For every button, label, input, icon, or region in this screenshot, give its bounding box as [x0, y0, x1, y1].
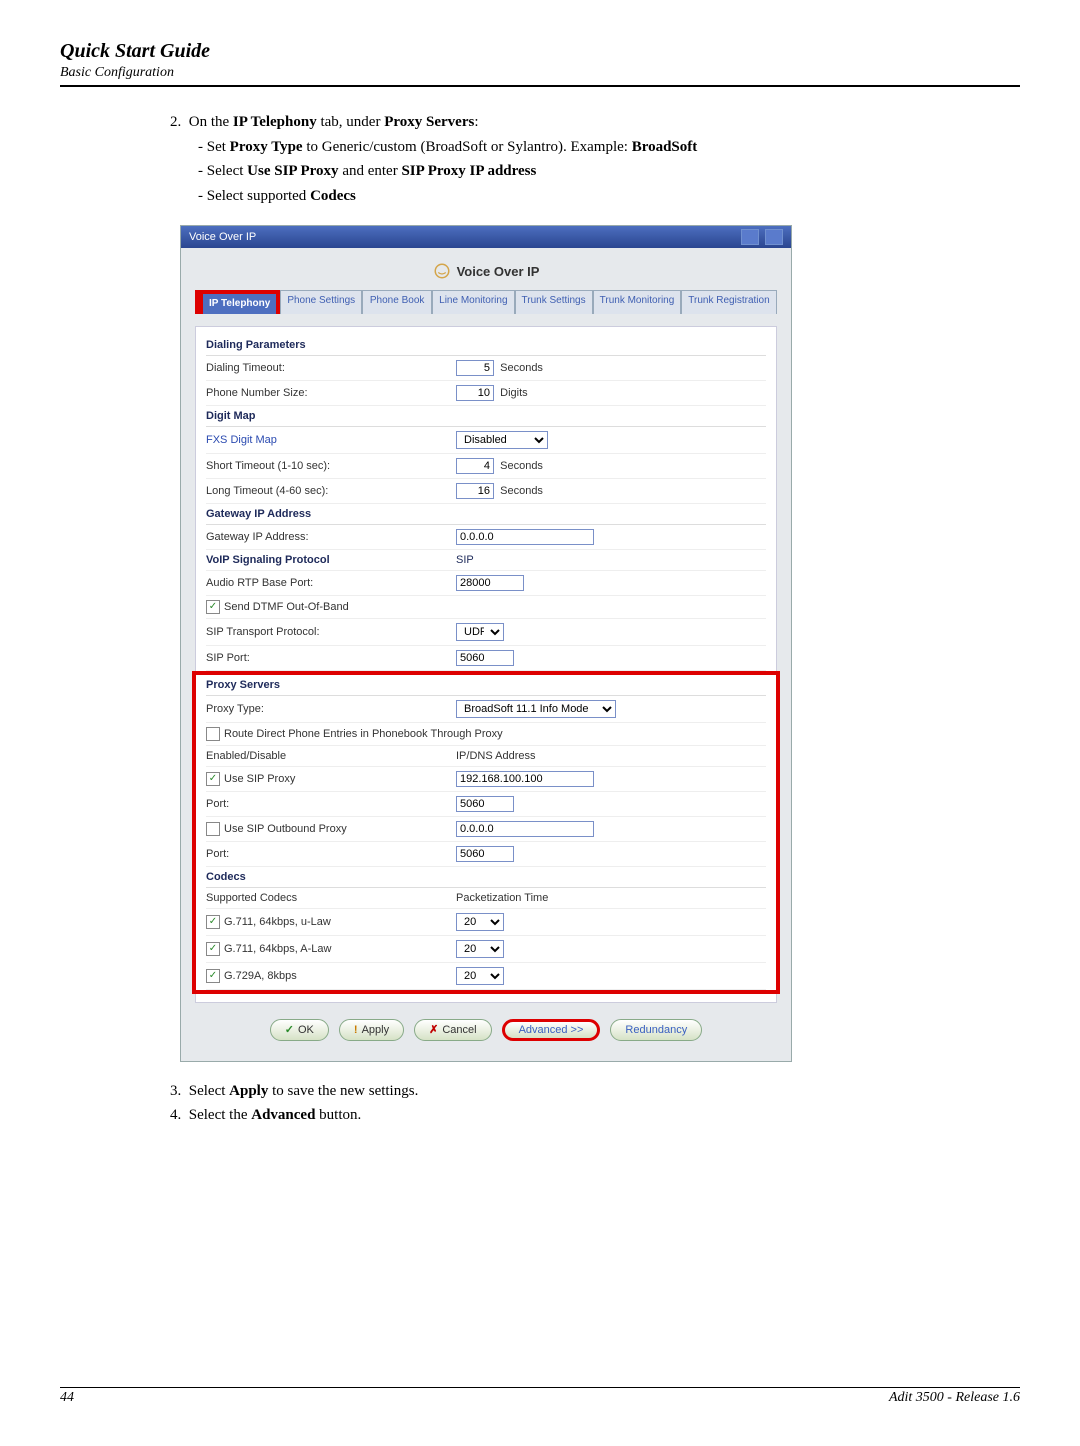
- route-direct-checkbox[interactable]: [206, 727, 220, 741]
- rtp-base-input[interactable]: [456, 575, 524, 591]
- row-enable-header: Enabled/Disable IP/DNS Address: [206, 746, 766, 767]
- tab-trunk-settings[interactable]: Trunk Settings: [515, 290, 593, 314]
- gateway-ip-input[interactable]: [456, 529, 594, 545]
- proxy-type-select[interactable]: BroadSoft 11.1 Info Mode: [456, 700, 616, 718]
- sip-transport-select[interactable]: UDP: [456, 623, 504, 641]
- tab-phone-book[interactable]: Phone Book: [362, 290, 432, 314]
- tab-line-monitoring[interactable]: Line Monitoring: [432, 290, 514, 314]
- use-outbound-proxy-checkbox[interactable]: [206, 822, 220, 836]
- product-release: Adit 3500 - Release 1.6: [889, 1390, 1020, 1406]
- apply-button[interactable]: !Apply: [339, 1019, 404, 1041]
- use-sip-proxy-checkbox[interactable]: ✓: [206, 772, 220, 786]
- voip-screenshot: Voice Over IP Voice Over IP IP Telephony…: [180, 225, 792, 1062]
- step-2a: Set Proxy Type to Generic/custom (BroadS…: [198, 136, 1020, 159]
- tab-ip-telephony[interactable]: IP Telephony: [199, 290, 280, 314]
- sip-proxy-port-input[interactable]: [456, 796, 514, 812]
- titlebar-icon-1[interactable]: [741, 229, 759, 245]
- voip-icon: [433, 262, 451, 280]
- form-panel: Dialing Parameters Dialing Timeout: Seco…: [195, 326, 777, 1003]
- tab-bar: IP Telephony Phone Settings Phone Book L…: [195, 290, 777, 314]
- dtmf-checkbox[interactable]: ✓: [206, 600, 220, 614]
- row-use-outbound-proxy: Use SIP Outbound Proxy: [206, 817, 766, 842]
- row-route-direct: Route Direct Phone Entries in Phonebook …: [206, 723, 766, 746]
- codec-g729-pt[interactable]: 20: [456, 967, 504, 985]
- sect-codecs: Codecs: [206, 867, 766, 888]
- outbound-port-input[interactable]: [456, 846, 514, 862]
- row-codecs-header: Supported Codecs Packetization Time: [206, 888, 766, 909]
- redundancy-button[interactable]: Redundancy: [610, 1019, 702, 1041]
- page-title: Voice Over IP: [195, 262, 777, 280]
- row-sip-transport: SIP Transport Protocol: UDP: [206, 619, 766, 646]
- sip-port-input[interactable]: [456, 650, 514, 666]
- row-use-sip-proxy: ✓Use SIP Proxy: [206, 767, 766, 792]
- codec-g729-checkbox[interactable]: ✓: [206, 969, 220, 983]
- sect-proxy: Proxy Servers: [206, 675, 766, 696]
- codec-ulaw-pt[interactable]: 20: [456, 913, 504, 931]
- window-title: Voice Over IP: [189, 231, 256, 243]
- cancel-button[interactable]: ✗Cancel: [414, 1019, 491, 1041]
- page-number: 44: [60, 1390, 74, 1406]
- row-codec-g729: ✓G.729A, 8kbps 20: [206, 963, 766, 990]
- row-sip-port: SIP Port:: [206, 646, 766, 671]
- tab-trunk-monitoring[interactable]: Trunk Monitoring: [593, 290, 682, 314]
- instruction-steps-after: 3. Select Apply to save the new settings…: [170, 1080, 1020, 1127]
- outbound-proxy-ip-input[interactable]: [456, 821, 594, 837]
- dial-timeout-input[interactable]: [456, 360, 494, 376]
- check-icon: ✓: [285, 1023, 294, 1036]
- row-sip-proxy-port: Port:: [206, 792, 766, 817]
- tab-trunk-registration[interactable]: Trunk Registration: [681, 290, 776, 314]
- row-dial-timeout: Dialing Timeout: Seconds: [206, 356, 766, 381]
- row-codec-alaw: ✓G.711, 64kbps, A-Law 20: [206, 936, 766, 963]
- sect-voip-signaling: VoIP Signaling Protocol SIP: [206, 550, 766, 571]
- row-rtp-base: Audio RTP Base Port:: [206, 571, 766, 596]
- codec-ulaw-checkbox[interactable]: ✓: [206, 915, 220, 929]
- fxs-select[interactable]: Disabled: [456, 431, 548, 449]
- codec-alaw-pt[interactable]: 20: [456, 940, 504, 958]
- page-footer: 44 Adit 3500 - Release 1.6: [60, 1387, 1020, 1406]
- proxy-servers-highlight: Proxy Servers Proxy Type: BroadSoft 11.1…: [192, 671, 780, 994]
- step-2: 2. On the IP Telephony tab, under Proxy …: [170, 111, 1020, 134]
- guide-title: Quick Start Guide: [60, 40, 1020, 63]
- step-3: 3. Select Apply to save the new settings…: [170, 1080, 1020, 1103]
- doc-header: Quick Start Guide Basic Configuration: [60, 40, 1020, 87]
- codec-alaw-checkbox[interactable]: ✓: [206, 942, 220, 956]
- long-timeout-input[interactable]: [456, 483, 494, 499]
- fxs-digitmap-link[interactable]: FXS Digit Map: [206, 434, 456, 446]
- row-fxs: FXS Digit Map Disabled: [206, 427, 766, 454]
- short-timeout-input[interactable]: [456, 458, 494, 474]
- row-short-timeout: Short Timeout (1-10 sec): Seconds: [206, 454, 766, 479]
- row-gateway-ip: Gateway IP Address:: [206, 525, 766, 550]
- step-4: 4. Select the Advanced button.: [170, 1104, 1020, 1127]
- ok-button[interactable]: ✓OK: [270, 1019, 329, 1041]
- x-icon: ✗: [429, 1023, 438, 1036]
- tab-phone-settings[interactable]: Phone Settings: [280, 290, 362, 314]
- row-codec-ulaw: ✓G.711, 64kbps, u-Law 20: [206, 909, 766, 936]
- sect-dialing: Dialing Parameters: [206, 335, 766, 356]
- advanced-button[interactable]: Advanced >>: [502, 1019, 601, 1041]
- sect-gateway: Gateway IP Address: [206, 504, 766, 525]
- sip-proxy-ip-input[interactable]: [456, 771, 594, 787]
- row-dtmf: ✓Send DTMF Out-Of-Band: [206, 596, 766, 619]
- sect-digitmap: Digit Map: [206, 406, 766, 427]
- step-2c: Select supported Codecs: [198, 185, 1020, 208]
- row-outbound-port: Port:: [206, 842, 766, 867]
- exclaim-icon: !: [354, 1024, 358, 1036]
- button-row: ✓OK !Apply ✗Cancel Advanced >> Redundanc…: [195, 1003, 777, 1047]
- row-proxy-type: Proxy Type: BroadSoft 11.1 Info Mode: [206, 696, 766, 723]
- row-long-timeout: Long Timeout (4-60 sec): Seconds: [206, 479, 766, 504]
- step-2b: Select Use SIP Proxy and enter SIP Proxy…: [198, 160, 1020, 183]
- instruction-steps: 2. On the IP Telephony tab, under Proxy …: [170, 111, 1020, 207]
- window-titlebar: Voice Over IP: [181, 226, 791, 248]
- guide-subtitle: Basic Configuration: [60, 65, 1020, 81]
- row-phone-size: Phone Number Size: Digits: [206, 381, 766, 406]
- phone-size-input[interactable]: [456, 385, 494, 401]
- titlebar-icon-2[interactable]: [765, 229, 783, 245]
- titlebar-icons: [741, 229, 783, 245]
